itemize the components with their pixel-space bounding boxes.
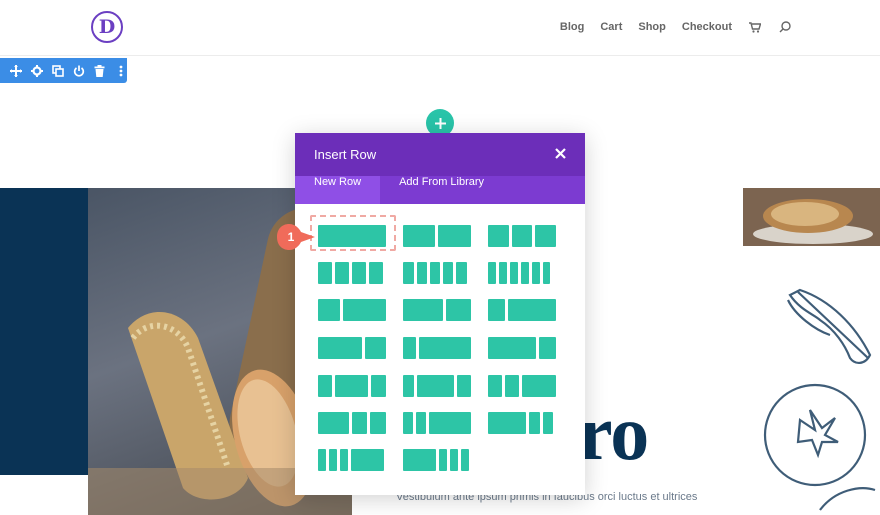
cart-icon[interactable] xyxy=(748,20,762,34)
search-icon[interactable] xyxy=(778,20,792,34)
selection-highlight xyxy=(310,215,396,251)
duplicate-icon[interactable] xyxy=(51,64,64,77)
site-header: D Blog Cart Shop Checkout xyxy=(0,0,880,56)
layout-option-5-col[interactable] xyxy=(403,262,467,284)
layout-option-quarter-half-quarter[interactable] xyxy=(318,375,386,397)
layout-option-twothirds-third[interactable] xyxy=(403,299,471,321)
layout-option-third-twothirds[interactable] xyxy=(318,299,386,321)
layout-option-quarter-quarter-half[interactable] xyxy=(403,412,471,434)
vegetable-illustration xyxy=(763,288,876,511)
layout-option-small-small-half[interactable] xyxy=(318,449,384,471)
move-icon[interactable] xyxy=(9,64,22,77)
section-toolbar xyxy=(0,58,127,83)
bread-photo xyxy=(743,188,880,246)
modal-title: Insert Row xyxy=(314,147,377,162)
tab-new-row[interactable]: New Row xyxy=(295,176,381,204)
layout-option-small-large-small[interactable] xyxy=(403,375,471,397)
layout-option-threequarter-quarter[interactable] xyxy=(318,337,386,359)
settings-icon[interactable] xyxy=(30,64,43,77)
more-icon[interactable] xyxy=(114,64,127,77)
tab-add-from-library[interactable]: Add From Library xyxy=(380,176,503,204)
power-icon[interactable] xyxy=(72,64,85,77)
layout-option-half-small-small[interactable] xyxy=(488,412,553,434)
trash-icon[interactable] xyxy=(93,64,106,77)
layout-option-2-col[interactable] xyxy=(403,225,471,247)
navy-color-block xyxy=(0,188,88,475)
layout-option-quarter-threequarter[interactable] xyxy=(488,299,556,321)
layout-option-3-col[interactable] xyxy=(488,225,556,247)
nav-link-checkout[interactable]: Checkout xyxy=(682,21,732,33)
nav-link-shop[interactable]: Shop xyxy=(638,21,666,33)
close-icon[interactable] xyxy=(554,147,567,160)
layout-option-4-col[interactable] xyxy=(318,262,383,284)
main-nav: Blog Cart Shop Checkout xyxy=(560,20,792,34)
layout-option-6-col[interactable] xyxy=(488,262,550,284)
nav-link-blog[interactable]: Blog xyxy=(560,21,584,33)
modal-tabs: New Row Add From Library xyxy=(295,176,585,204)
modal-header: Insert Row xyxy=(295,133,585,176)
hero-heading-fragment: ro xyxy=(578,389,649,476)
layout-option-quarter-threequarter-b[interactable] xyxy=(403,337,471,359)
insert-row-modal: Insert Row New Row Add From Library xyxy=(295,133,585,495)
site-logo[interactable]: D xyxy=(91,11,123,43)
layout-option-half-small-small-small[interactable] xyxy=(403,449,469,471)
callout-number: 1 xyxy=(287,230,295,244)
nav-link-cart[interactable]: Cart xyxy=(600,21,622,33)
layout-option-half-quarter-quarter[interactable] xyxy=(318,412,386,434)
layout-option-small-small-large[interactable] xyxy=(488,375,556,397)
layout-option-threequarter-quarter-b[interactable] xyxy=(488,337,556,359)
